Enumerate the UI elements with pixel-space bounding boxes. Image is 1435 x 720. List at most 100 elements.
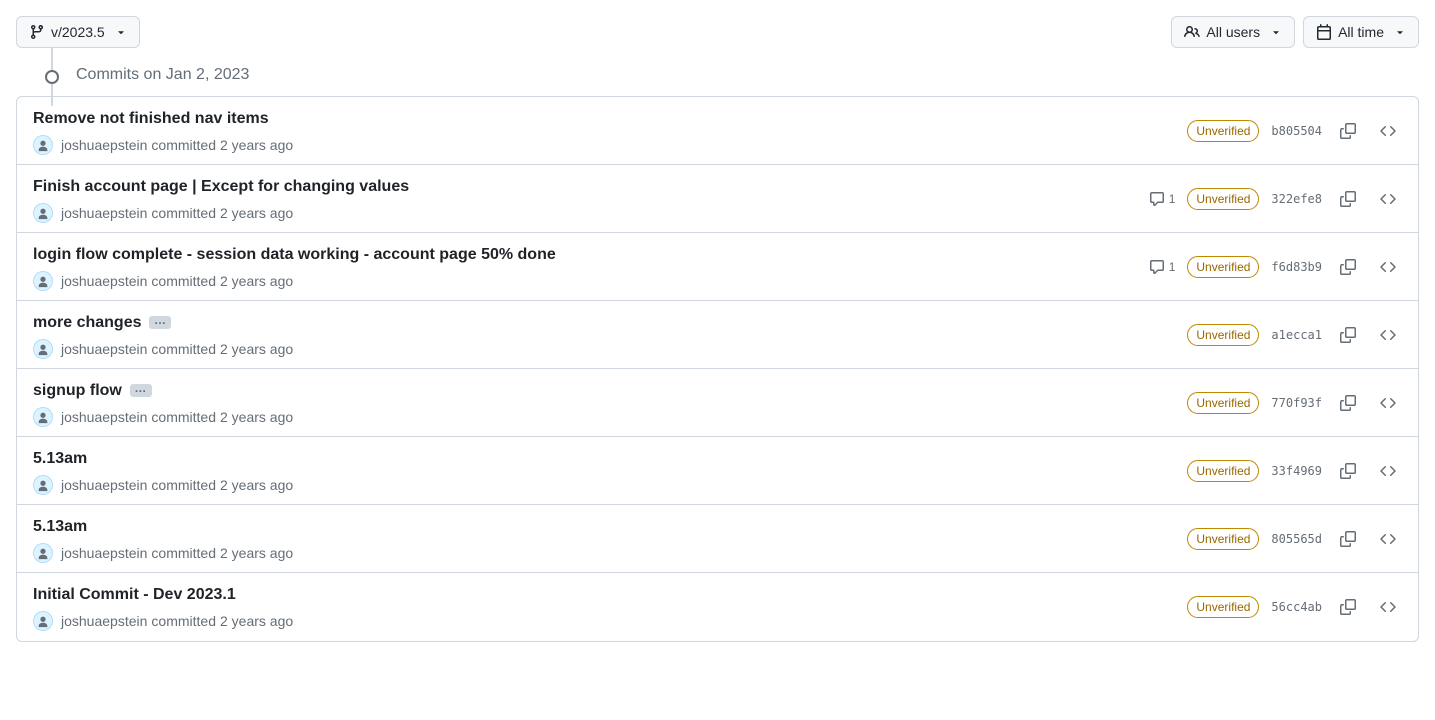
commit-main: signup flow … joshuaepstein committed 2 ye… [33, 379, 1187, 427]
author-link[interactable]: joshuaepstein [61, 477, 147, 493]
commit-main: login flow complete - session data worki… [33, 243, 1149, 291]
unverified-badge[interactable]: Unverified [1187, 120, 1259, 142]
commit-sha-link[interactable]: b805504 [1271, 124, 1322, 138]
commit-time: 2 years ago [220, 273, 293, 289]
branch-select-button[interactable]: v/2023.5 [16, 16, 140, 48]
avatar[interactable] [33, 203, 53, 223]
copy-sha-button[interactable] [1334, 185, 1362, 213]
comment-count-link[interactable]: 1 [1149, 191, 1176, 207]
commit-title-link[interactable]: Initial Commit - Dev 2023.1 [33, 583, 236, 607]
commit-meta: joshuaepstein committed 2 years ago [33, 407, 1187, 427]
copy-sha-button[interactable] [1334, 117, 1362, 145]
browse-repo-button[interactable] [1374, 593, 1402, 621]
commit-meta: joshuaepstein committed 2 years ago [33, 611, 1187, 631]
avatar[interactable] [33, 271, 53, 291]
browse-repo-button[interactable] [1374, 389, 1402, 417]
author-link[interactable]: joshuaepstein [61, 341, 147, 357]
browse-repo-button[interactable] [1374, 525, 1402, 553]
copy-sha-button[interactable] [1334, 389, 1362, 417]
commit-actions: Unverified a1ecca1 [1187, 321, 1402, 349]
author-link[interactable]: joshuaepstein [61, 409, 147, 425]
commit-main: more changes … joshuaepstein committed 2 y… [33, 311, 1187, 359]
copy-icon [1340, 259, 1356, 275]
code-icon [1380, 463, 1396, 479]
browse-repo-button[interactable] [1374, 457, 1402, 485]
commit-title-link[interactable]: Remove not finished nav items [33, 107, 269, 131]
commit-sha-link[interactable]: 770f93f [1271, 396, 1322, 410]
commit-action-text: committed [151, 273, 216, 289]
browse-repo-button[interactable] [1374, 253, 1402, 281]
users-filter-label: All users [1206, 22, 1260, 42]
calendar-icon [1316, 24, 1332, 40]
avatar[interactable] [33, 611, 53, 631]
commit-main: 5.13am joshuaepstein committed 2 years ag… [33, 447, 1187, 495]
commit-item: signup flow … joshuaepstein committed 2 ye… [17, 369, 1418, 437]
commit-time: 2 years ago [220, 613, 293, 629]
author-link[interactable]: joshuaepstein [61, 613, 147, 629]
unverified-badge[interactable]: Unverified [1187, 188, 1259, 210]
commit-meta: joshuaepstein committed 2 years ago [33, 475, 1187, 495]
toolbar-right: All users All time [1171, 16, 1419, 48]
commit-item: Initial Commit - Dev 2023.1 joshuaepstein… [17, 573, 1418, 641]
browse-repo-button[interactable] [1374, 185, 1402, 213]
copy-sha-button[interactable] [1334, 525, 1362, 553]
avatar[interactable] [33, 407, 53, 427]
copy-sha-button[interactable] [1334, 321, 1362, 349]
copy-sha-button[interactable] [1334, 593, 1362, 621]
time-filter-button[interactable]: All time [1303, 16, 1419, 48]
unverified-badge[interactable]: Unverified [1187, 528, 1259, 550]
commit-sha-link[interactable]: a1ecca1 [1271, 328, 1322, 342]
commit-item: login flow complete - session data worki… [17, 233, 1418, 301]
ellipsis-expand-button[interactable]: … [130, 384, 152, 397]
caret-down-icon [115, 26, 127, 38]
commit-list: Remove not finished nav items joshuaepste… [16, 96, 1419, 642]
unverified-badge[interactable]: Unverified [1187, 256, 1259, 278]
browse-repo-button[interactable] [1374, 321, 1402, 349]
avatar[interactable] [33, 339, 53, 359]
author-link[interactable]: joshuaepstein [61, 273, 147, 289]
commit-main: Initial Commit - Dev 2023.1 joshuaepstein… [33, 583, 1187, 631]
unverified-badge[interactable]: Unverified [1187, 596, 1259, 618]
commit-sha-link[interactable]: 322efe8 [1271, 192, 1322, 206]
copy-icon [1340, 599, 1356, 615]
commit-sha-link[interactable]: 805565d [1271, 532, 1322, 546]
browse-repo-button[interactable] [1374, 117, 1402, 145]
commit-title-link[interactable]: signup flow [33, 379, 122, 403]
timeline-line [51, 82, 53, 106]
avatar[interactable] [33, 543, 53, 563]
caret-down-icon [1394, 26, 1406, 38]
commit-sha-link[interactable]: f6d83b9 [1271, 260, 1322, 274]
commit-title-link[interactable]: Finish account page | Except for changin… [33, 175, 409, 199]
code-icon [1380, 259, 1396, 275]
commit-action-text: committed [151, 477, 216, 493]
ellipsis-expand-button[interactable]: … [149, 316, 171, 329]
code-icon [1380, 395, 1396, 411]
unverified-badge[interactable]: Unverified [1187, 460, 1259, 482]
comment-count-link[interactable]: 1 [1149, 259, 1176, 275]
code-icon [1380, 327, 1396, 343]
commit-sha-link[interactable]: 56cc4ab [1271, 600, 1322, 614]
author-link[interactable]: joshuaepstein [61, 205, 147, 221]
users-filter-button[interactable]: All users [1171, 16, 1295, 48]
commit-item: 5.13am joshuaepstein committed 2 years ag… [17, 437, 1418, 505]
comment-count: 1 [1169, 192, 1176, 206]
commit-time: 2 years ago [220, 137, 293, 153]
commit-actions: Unverified 33f4969 [1187, 457, 1402, 485]
unverified-badge[interactable]: Unverified [1187, 324, 1259, 346]
commit-title-link[interactable]: more changes [33, 311, 141, 335]
commit-title-link[interactable]: 5.13am [33, 447, 87, 471]
avatar[interactable] [33, 475, 53, 495]
copy-sha-button[interactable] [1334, 457, 1362, 485]
copy-sha-button[interactable] [1334, 253, 1362, 281]
copy-icon [1340, 191, 1356, 207]
unverified-badge[interactable]: Unverified [1187, 392, 1259, 414]
commit-meta: joshuaepstein committed 2 years ago [33, 339, 1187, 359]
commit-title-link[interactable]: 5.13am [33, 515, 87, 539]
commit-sha-link[interactable]: 33f4969 [1271, 464, 1322, 478]
avatar[interactable] [33, 135, 53, 155]
commit-action-text: committed [151, 613, 216, 629]
commit-title-link[interactable]: login flow complete - session data worki… [33, 243, 556, 267]
author-link[interactable]: joshuaepstein [61, 137, 147, 153]
commit-action-text: committed [151, 137, 216, 153]
author-link[interactable]: joshuaepstein [61, 545, 147, 561]
